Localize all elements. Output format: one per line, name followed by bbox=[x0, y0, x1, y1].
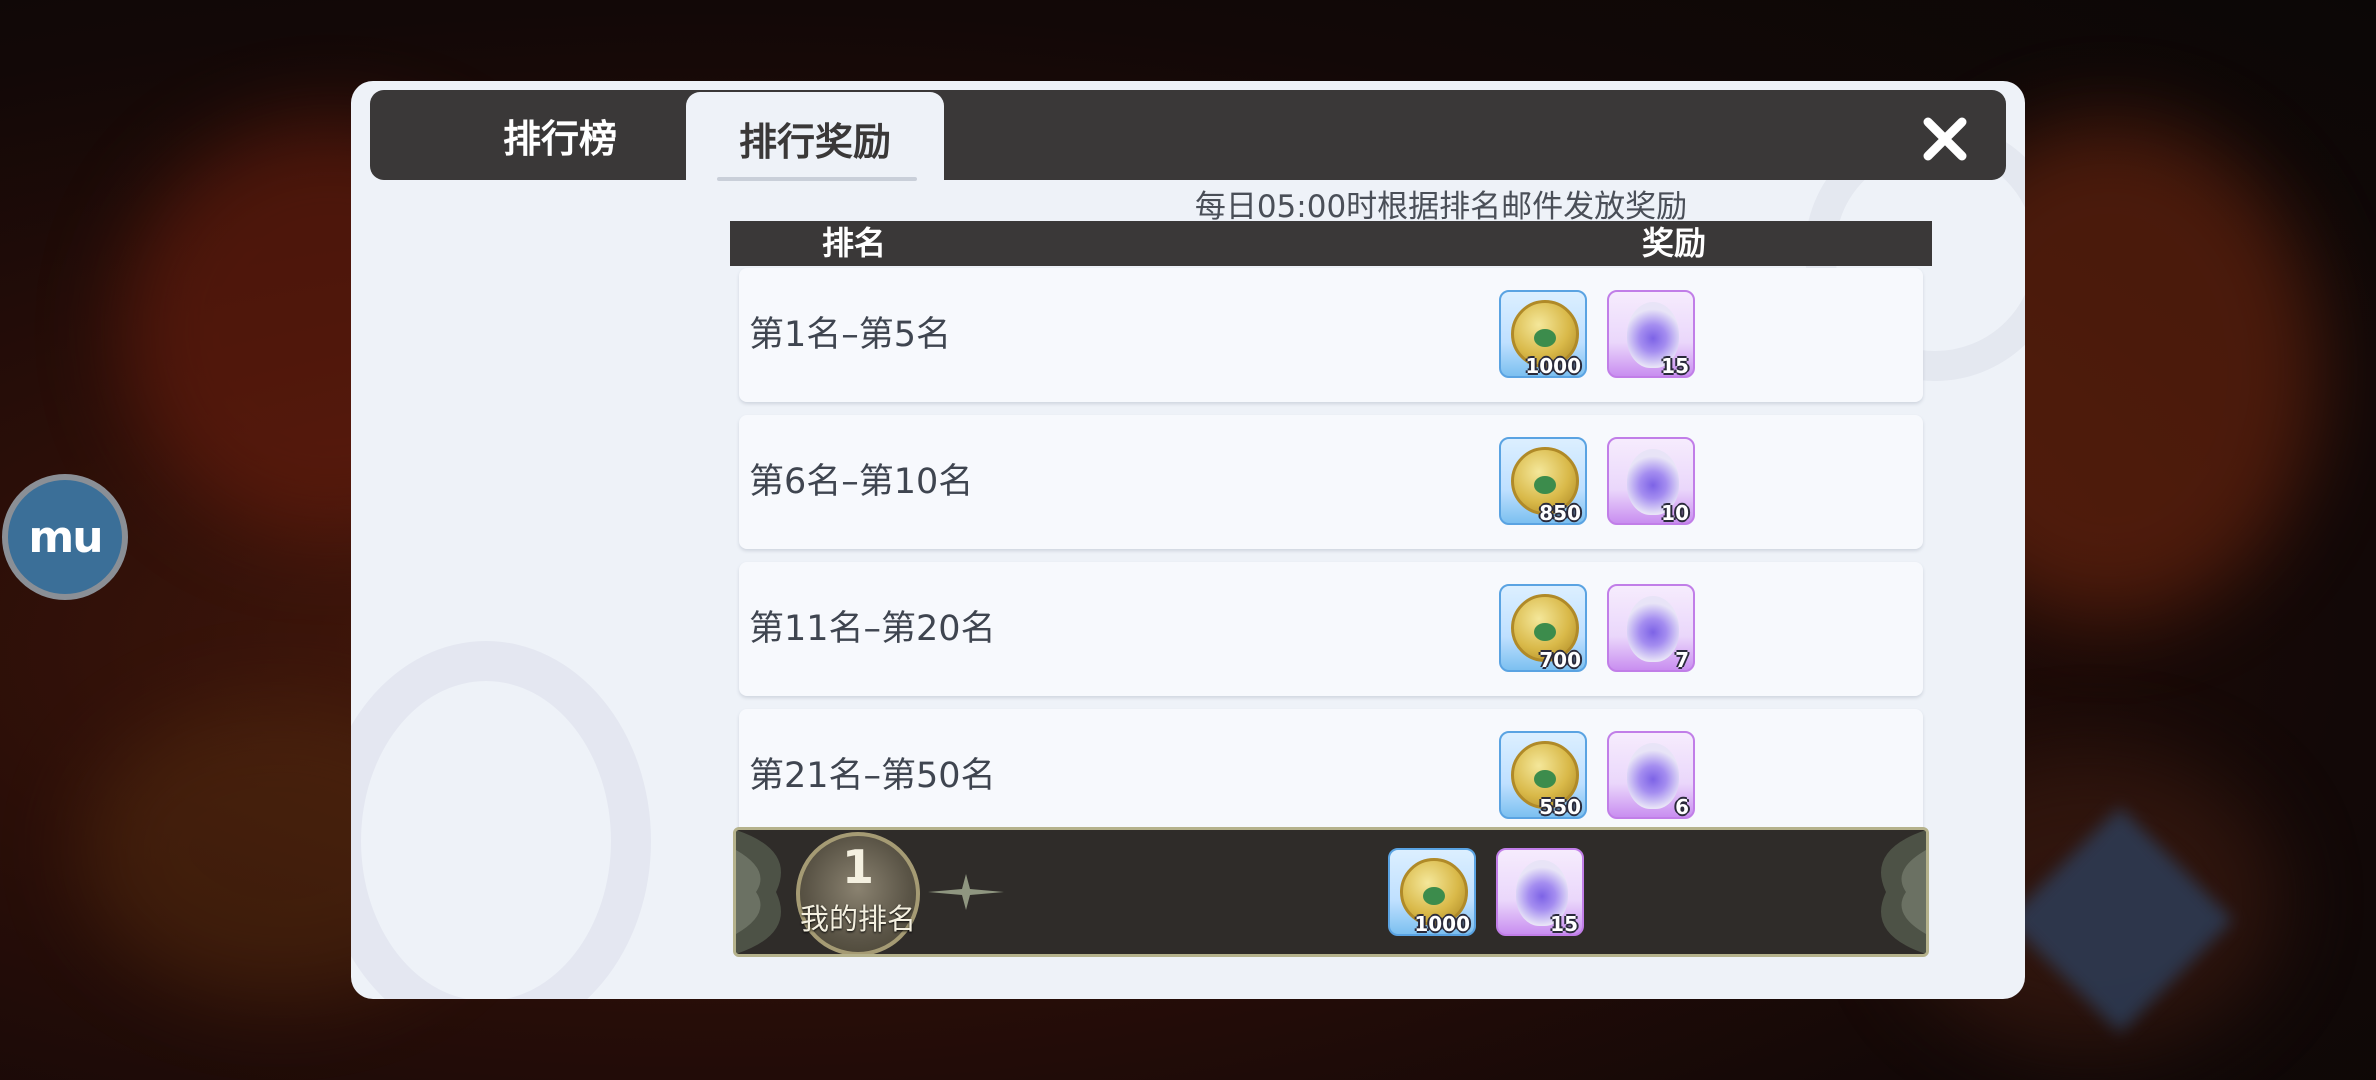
tab-leaderboard[interactable]: 排行榜 bbox=[460, 90, 660, 180]
my-rank-label: 我的排名 bbox=[799, 902, 916, 936]
coin-reward[interactable]: 1000 bbox=[1388, 848, 1476, 936]
gem-reward[interactable]: 6 bbox=[1607, 731, 1695, 819]
sparkle-icon bbox=[928, 874, 1004, 910]
spirit-gem-icon bbox=[1627, 743, 1679, 809]
gem-reward[interactable]: 15 bbox=[1496, 848, 1584, 936]
panel-watermark bbox=[351, 641, 651, 999]
rank-range-text: 第11名–第20名 bbox=[749, 609, 996, 649]
close-icon bbox=[1923, 117, 1967, 161]
tab-ranking-rewards[interactable]: 排行奖励 bbox=[686, 92, 944, 184]
rank-range: 第11名–第20名 bbox=[749, 562, 996, 696]
gem-reward[interactable]: 7 bbox=[1607, 584, 1695, 672]
spirit-gem-icon bbox=[1627, 596, 1679, 662]
rank-range-text: 第1名–第5名 bbox=[749, 315, 952, 355]
reward-quantity: 700 bbox=[1539, 648, 1581, 672]
reward-quantity: 15 bbox=[1661, 354, 1689, 378]
table-row: 第1名–第5名 1000 15 bbox=[739, 268, 1923, 402]
reward-quantity: 10 bbox=[1661, 501, 1689, 525]
rank-range: 第21名–第50名 bbox=[749, 709, 996, 843]
floating-logo-text: mu bbox=[28, 511, 103, 563]
gem-reward[interactable]: 15 bbox=[1607, 290, 1695, 378]
column-header-rank: 排名 bbox=[822, 224, 887, 262]
reward-quantity: 15 bbox=[1550, 912, 1578, 936]
reward-quantity: 550 bbox=[1539, 795, 1581, 819]
column-header-reward: 奖励 bbox=[1642, 224, 1707, 262]
rank-range: 第1名–第5名 bbox=[749, 268, 951, 402]
my-rank-bar: 1 我的排名 1000 15 bbox=[733, 827, 1929, 957]
table-row: 第11名–第20名 700 7 bbox=[739, 562, 1923, 696]
coin-reward[interactable]: 550 bbox=[1499, 731, 1587, 819]
floating-mu-button[interactable]: mu bbox=[2, 474, 128, 600]
tab-bar: 排行榜 排行奖励 bbox=[370, 90, 2006, 184]
coin-reward[interactable]: 700 bbox=[1499, 584, 1587, 672]
reward-quantity: 7 bbox=[1675, 648, 1689, 672]
tab-label: 排行榜 bbox=[502, 116, 617, 161]
tab-label: 排行奖励 bbox=[738, 119, 891, 164]
coin-reward[interactable]: 850 bbox=[1499, 437, 1587, 525]
reward-quantity: 1000 bbox=[1525, 354, 1581, 378]
leaf-ornament-icon bbox=[1881, 830, 1926, 954]
reward-list[interactable]: 第1名–第5名 1000 15 第6名–第10名 850 10 第11名–第20… bbox=[730, 266, 1932, 906]
my-rank-number: 1 bbox=[841, 840, 874, 894]
active-tab-underline bbox=[717, 177, 917, 181]
table-header: 排名 奖励 bbox=[730, 221, 1932, 266]
reward-quantity: 6 bbox=[1675, 795, 1689, 819]
reward-notice: 每日05:00时根据排名邮件发放奖励 bbox=[1194, 189, 1688, 225]
table-row: 第21名–第50名 550 6 bbox=[739, 709, 1923, 843]
coin-reward[interactable]: 1000 bbox=[1499, 290, 1587, 378]
close-button[interactable] bbox=[1910, 104, 1980, 174]
reward-quantity: 1000 bbox=[1414, 912, 1470, 936]
ranking-reward-dialog: 排行榜 排行奖励 每日05:00时根据排名邮件发放奖励 排名 奖励 第1名–第5… bbox=[351, 81, 2025, 999]
rank-range: 第6名–第10名 bbox=[749, 415, 973, 549]
gem-reward[interactable]: 10 bbox=[1607, 437, 1695, 525]
rank-range-text: 第6名–第10名 bbox=[749, 462, 974, 502]
table-row: 第6名–第10名 850 10 bbox=[739, 415, 1923, 549]
rank-range-text: 第21名–第50名 bbox=[749, 756, 996, 796]
reward-quantity: 850 bbox=[1539, 501, 1581, 525]
